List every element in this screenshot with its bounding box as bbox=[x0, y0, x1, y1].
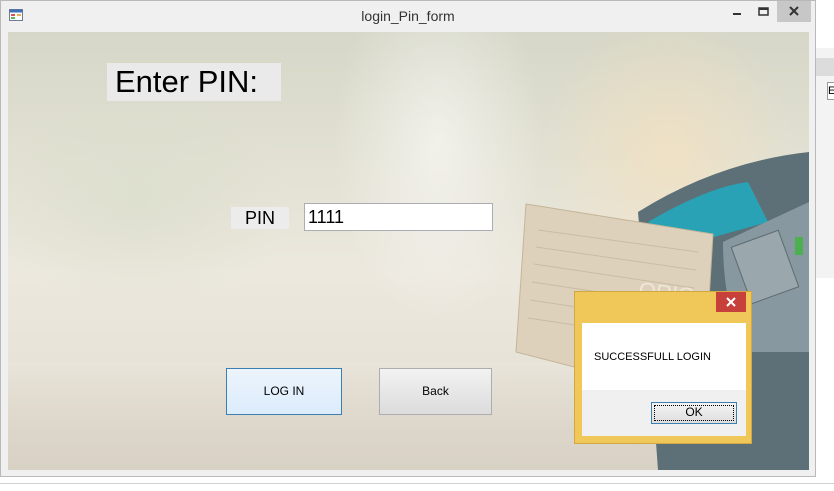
title-bar[interactable]: login_Pin_form bbox=[1, 1, 815, 32]
maximize-button[interactable] bbox=[750, 1, 776, 22]
message-box-footer: OK bbox=[582, 390, 746, 436]
message-box-body: SUCCESSFULL LOGIN bbox=[582, 323, 746, 390]
pin-label: PIN bbox=[231, 207, 289, 229]
message-box: SUCCESSFULL LOGIN OK bbox=[574, 291, 752, 444]
close-button[interactable] bbox=[777, 1, 811, 22]
close-icon bbox=[789, 6, 799, 16]
background-toolbar bbox=[816, 58, 834, 76]
ok-button[interactable]: OK bbox=[651, 402, 737, 424]
page-heading: Enter PIN: bbox=[107, 63, 281, 101]
window-title: login_Pin_form bbox=[361, 8, 455, 24]
minimize-button[interactable] bbox=[724, 1, 750, 22]
maximize-icon bbox=[758, 7, 769, 16]
background-field: E bbox=[827, 82, 834, 100]
message-box-close-button[interactable] bbox=[716, 292, 746, 312]
close-icon bbox=[726, 297, 736, 307]
background-window: E bbox=[815, 48, 834, 278]
divider bbox=[0, 483, 834, 484]
back-button[interactable]: Back bbox=[379, 368, 492, 415]
message-text: SUCCESSFULL LOGIN bbox=[594, 351, 711, 363]
minimize-icon bbox=[733, 13, 741, 15]
login-button[interactable]: LOG IN bbox=[226, 368, 342, 415]
pin-input[interactable] bbox=[304, 203, 493, 231]
